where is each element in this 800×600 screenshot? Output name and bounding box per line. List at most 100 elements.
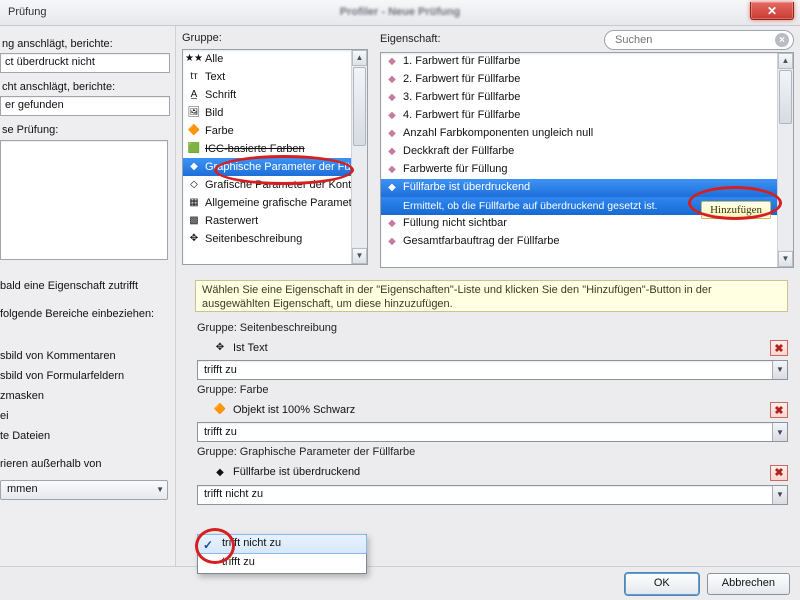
add-property-button[interactable]: Hinzufügen bbox=[701, 201, 771, 219]
cancel-button[interactable]: Abbrechen bbox=[707, 573, 790, 595]
property-item[interactable]: ◆ Farbwerte für Füllung bbox=[381, 161, 793, 179]
search-input[interactable] bbox=[613, 33, 775, 47]
group-scrollbar[interactable]: ▲ ▼ bbox=[351, 50, 367, 264]
delete-rule-button[interactable]: ✖ bbox=[770, 340, 788, 356]
dropdown-option[interactable]: trifft zu bbox=[198, 553, 366, 573]
window-subtitle: Profiler - Neue Prüfung bbox=[340, 6, 460, 19]
rule-condition-combo[interactable]: trifft zu ▼ bbox=[197, 422, 788, 442]
property-item-label: Farbwerte für Füllung bbox=[403, 163, 508, 176]
check-dateien[interactable]: te Dateien bbox=[0, 428, 173, 446]
close-button[interactable]: ✕ bbox=[750, 2, 794, 20]
property-list[interactable]: ◆1. Farbwert für Füllfarbe◆2. Farbwert f… bbox=[380, 52, 794, 268]
close-icon: ✕ bbox=[767, 4, 777, 18]
property-pane-label: Eigenschaft: bbox=[380, 33, 441, 46]
property-item-label: 4. Farbwert für Füllfarbe bbox=[403, 109, 520, 122]
property-item[interactable]: ◆Füllfarbe ist überdruckend bbox=[381, 179, 793, 197]
scroll-up-icon[interactable]: ▲ bbox=[352, 50, 367, 66]
property-item[interactable]: ◆ Deckkraft der Füllfarbe bbox=[381, 143, 793, 161]
group-item-label: Schrift bbox=[205, 89, 236, 102]
icc-icon: 🟩 bbox=[187, 142, 201, 156]
delete-rule-button[interactable]: ✖ bbox=[770, 465, 788, 481]
scroll-thumb[interactable] bbox=[779, 70, 792, 124]
rule-item-icon: ✥ bbox=[213, 341, 227, 355]
check-kommentare[interactable]: sbild von Kommentaren bbox=[0, 348, 173, 366]
label-anschlag-1: ng anschlägt, berichte: bbox=[2, 38, 169, 51]
rule-group: Gruppe: Seitenbeschreibung✥Ist Text✖trif… bbox=[195, 322, 788, 380]
scroll-down-icon[interactable]: ▼ bbox=[778, 251, 793, 267]
property-item-label: 3. Farbwert für Füllfarbe bbox=[403, 91, 520, 104]
input-anschlag-1[interactable]: ct überdruckt nicht bbox=[0, 53, 170, 73]
group-item-bild[interactable]: 🖼Bild bbox=[183, 104, 367, 122]
help-text: Wählen Sie eine Eigenschaft in der "Eige… bbox=[195, 280, 788, 312]
textarea-pruefung[interactable] bbox=[0, 140, 168, 260]
property-item[interactable]: ◆4. Farbwert für Füllfarbe bbox=[381, 107, 793, 125]
label-pruefung: se Prüfung: bbox=[2, 124, 169, 137]
group-item-label: Farbe bbox=[205, 125, 234, 138]
group-item-gp-fill[interactable]: ◆Graphische Parameter der Füllf bbox=[183, 158, 367, 176]
group-item-schrift[interactable]: A̲Schrift bbox=[183, 86, 367, 104]
chevron-down-icon: ▼ bbox=[772, 423, 787, 441]
group-tree[interactable]: ★★ Alle tтTextA̲Schrift🖼Bild🔶Farbe🟩ICC-bas… bbox=[182, 49, 368, 265]
property-item[interactable]: ◆ 3. Farbwert für Füllfarbe bbox=[381, 89, 793, 107]
property-item-label: Füllfarbe ist überdruckend bbox=[403, 181, 530, 194]
group-item-raster[interactable]: ▩ Rasterwert bbox=[183, 212, 367, 230]
delete-rule-button[interactable]: ✖ bbox=[770, 402, 788, 418]
property-icon: ◆ bbox=[385, 127, 399, 141]
rule-item: ◆Füllfarbe ist überdruckend✖ bbox=[195, 462, 788, 484]
check-icon: ✓ bbox=[203, 538, 213, 552]
property-item-label: Deckkraft der Füllfarbe bbox=[403, 145, 514, 158]
property-icon: ◆ bbox=[385, 235, 399, 249]
rule-group: Gruppe: Farbe🔶Objekt ist 100% Schwarz✖tr… bbox=[195, 384, 788, 442]
property-item[interactable]: ◆2. Farbwert für Füllfarbe bbox=[381, 71, 793, 89]
check-ausserhalb[interactable]: rieren außerhalb von bbox=[0, 456, 173, 474]
rule-condition-value: trifft zu bbox=[204, 426, 237, 439]
raster-icon: ▩ bbox=[187, 214, 201, 228]
chevron-down-icon: ▼ bbox=[156, 485, 164, 495]
group-item-label: Alle bbox=[205, 53, 223, 66]
check-ei[interactable]: ei bbox=[0, 408, 173, 426]
check-masken[interactable]: zmasken bbox=[0, 388, 173, 406]
rule-condition-value: trifft nicht zu bbox=[204, 488, 263, 501]
rule-condition-combo[interactable]: trifft zu▼ bbox=[197, 360, 788, 380]
title-bar: Prüfung Profiler - Neue Prüfung ✕ bbox=[0, 0, 800, 26]
dropdown-option-selected[interactable]: ✓ trifft nicht zu bbox=[197, 534, 367, 554]
scroll-up-icon[interactable]: ▲ bbox=[778, 53, 793, 69]
property-item-label: Füllung nicht sichtbar bbox=[403, 217, 507, 230]
scroll-down-icon[interactable]: ▼ bbox=[352, 248, 367, 264]
clear-search-icon[interactable]: × bbox=[775, 33, 789, 47]
rule-item-label: Ist Text bbox=[233, 342, 268, 355]
property-icon: ◆ bbox=[385, 163, 399, 177]
property-icon: ◆ bbox=[385, 145, 399, 159]
scroll-thumb[interactable] bbox=[353, 67, 366, 146]
group-item-all[interactable]: ★★ Alle bbox=[183, 50, 367, 68]
property-item-label: Gesamtfarbauftrag der Füllfarbe bbox=[403, 235, 560, 248]
group-item-gp-allg[interactable]: ▦Allgemeine grafische Paramete bbox=[183, 194, 367, 212]
check-formularfelder[interactable]: sbild von Formularfeldern bbox=[0, 368, 173, 386]
left-column-bottom: bald eine Eigenschaft zutrifft folgende … bbox=[0, 276, 176, 566]
input-anschlag-2[interactable]: er gefunden bbox=[0, 96, 170, 116]
radio-sobald-eigenschaft[interactable]: bald eine Eigenschaft zutrifft bbox=[0, 278, 173, 296]
group-item-icc[interactable]: 🟩ICC-basierte Farben bbox=[183, 140, 367, 158]
group-item-farbe[interactable]: 🔶Farbe bbox=[183, 122, 367, 140]
group-item-gp-kontur[interactable]: ◇Grafische Parameter der Kontu bbox=[183, 176, 367, 194]
ok-button[interactable]: OK bbox=[625, 573, 699, 595]
group-item-text[interactable]: tтText bbox=[183, 68, 367, 86]
seitenb-icon: ✥ bbox=[187, 232, 201, 246]
property-item[interactable]: ◆Anzahl Farbkomponenten ungleich null bbox=[381, 125, 793, 143]
rules-area: Gruppe: Seitenbeschreibung✥Ist Text✖trif… bbox=[195, 320, 788, 566]
search-box[interactable]: × bbox=[604, 30, 794, 50]
group-item-label: Rasterwert bbox=[205, 215, 258, 228]
group-item-seitenb[interactable]: ✥Seitenbeschreibung bbox=[183, 230, 367, 248]
dialog-button-bar: OK Abbrechen bbox=[0, 566, 800, 600]
rule-item: ✥ Ist Text ✖ bbox=[195, 337, 788, 359]
condition-dropdown[interactable]: ✓ trifft nicht zu trifft zu bbox=[197, 534, 367, 574]
rule-condition-combo[interactable]: trifft nicht zu▼ bbox=[197, 485, 788, 505]
all-icon: ★★ bbox=[187, 52, 201, 66]
rule-group-label: Gruppe: Graphische Parameter der Füllfar… bbox=[197, 446, 788, 459]
property-item[interactable]: ◆ Gesamtfarbauftrag der Füllfarbe bbox=[381, 233, 793, 251]
property-icon: ◆ bbox=[385, 91, 399, 105]
property-scrollbar[interactable]: ▲ ▼ bbox=[777, 53, 793, 267]
property-item[interactable]: ◆1. Farbwert für Füllfarbe bbox=[381, 53, 793, 71]
property-item-label: 2. Farbwert für Füllfarbe bbox=[403, 73, 520, 86]
select-bereiche[interactable]: mmen ▼ bbox=[0, 480, 168, 500]
